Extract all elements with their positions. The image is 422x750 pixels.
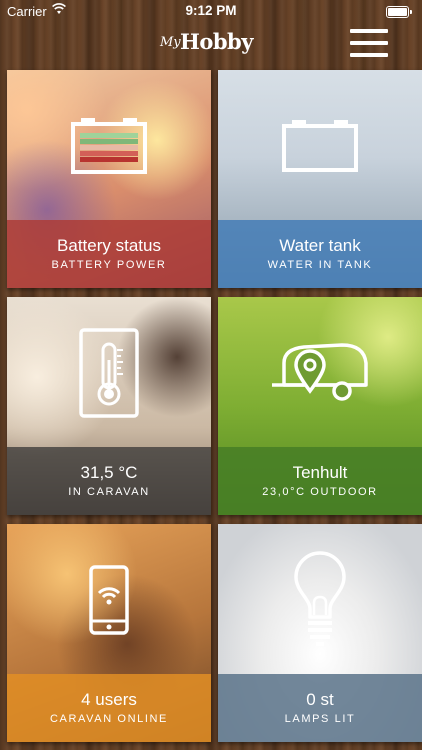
- tile-title: Battery status: [57, 236, 161, 255]
- tile-subtitle: 23,0°C OUTDOOR: [262, 486, 378, 498]
- tile-subtitle: CARAVAN ONLINE: [50, 713, 168, 725]
- logo-prefix: My: [160, 35, 181, 50]
- water-tank-icon: [282, 120, 358, 172]
- tile-inside-temperature[interactable]: 31,5 °C IN CARAVAN: [7, 297, 211, 515]
- tile-lamps[interactable]: 0 st LAMPS LIT: [218, 524, 422, 742]
- tile-title: 0 st: [306, 690, 334, 709]
- app-logo: My Hobby: [160, 27, 270, 59]
- tile-title: Water tank: [279, 236, 361, 255]
- hamburger-menu-icon[interactable]: [348, 29, 390, 59]
- tile-title: 31,5 °C: [80, 463, 138, 482]
- light-bulb-icon: [294, 551, 346, 646]
- tile-water-tank[interactable]: Water tank WATER IN TANK: [218, 70, 422, 288]
- clock: 9:12 PM: [185, 3, 237, 18]
- tile-users-online[interactable]: 4 users CARAVAN ONLINE: [7, 524, 211, 742]
- tile-subtitle: IN CARAVAN: [68, 486, 150, 498]
- thermometer-icon: [79, 328, 139, 418]
- tile-title: Tenhult: [292, 463, 348, 482]
- caravan-location-icon: [272, 343, 368, 401]
- tile-location-outdoor[interactable]: Tenhult 23,0°C OUTDOOR: [218, 297, 422, 515]
- tile-subtitle: BATTERY POWER: [51, 259, 167, 271]
- tile-subtitle: WATER IN TANK: [267, 259, 373, 271]
- logo-main: Hobby: [180, 29, 253, 54]
- battery-icon: [71, 118, 147, 174]
- status-bar: Carrier 9:12 PM: [0, 0, 422, 22]
- phone-wifi-icon: [89, 565, 129, 635]
- tile-subtitle: LAMPS LIT: [284, 713, 356, 725]
- tile-title: 4 users: [81, 690, 137, 709]
- battery-icon: [386, 6, 412, 18]
- tile-battery-status[interactable]: Battery status BATTERY POWER: [7, 70, 211, 288]
